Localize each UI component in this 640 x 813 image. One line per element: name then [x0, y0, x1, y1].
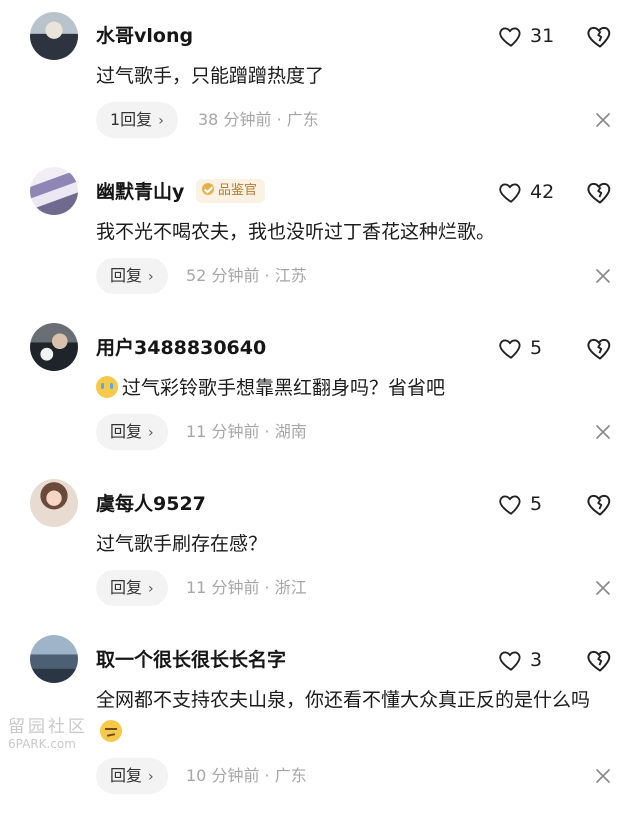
reply-button[interactable]: 回复 ›: [96, 258, 168, 294]
dislike-button[interactable]: [586, 22, 614, 50]
heart-icon: [499, 651, 521, 671]
comment-text: 我不光不喝农夫，我也没听过丁香花这种烂歌。: [96, 216, 616, 248]
heart-icon: [499, 183, 521, 203]
dislike-button[interactable]: [586, 490, 614, 518]
avatar[interactable]: [30, 479, 78, 527]
chevron-right-icon: ›: [158, 113, 164, 129]
broken-heart-icon: [587, 26, 611, 48]
comment-text-content: 过气彩铃歌手想靠黑红翻身吗？省省吧: [122, 377, 446, 399]
reply-button[interactable]: 1回复 ›: [96, 102, 178, 138]
username[interactable]: 虞每人9527: [96, 492, 206, 516]
chevron-right-icon: ›: [148, 769, 154, 785]
comment-text-content: 我不光不喝农夫，我也没听过丁香花这种烂歌。: [96, 221, 496, 243]
reply-label: 回复: [110, 422, 143, 441]
like-count: 42: [530, 181, 555, 203]
broken-heart-icon: [587, 338, 611, 360]
close-icon: [596, 269, 610, 283]
close-button[interactable]: [594, 423, 612, 441]
close-button[interactable]: [594, 267, 612, 285]
close-icon: [596, 425, 610, 439]
like-button[interactable]: 5: [498, 491, 542, 517]
avatar[interactable]: [30, 323, 78, 371]
reply-label: 回复: [110, 578, 143, 597]
like-button[interactable]: 42: [498, 179, 554, 205]
like-button[interactable]: 31: [498, 23, 554, 49]
reply-button[interactable]: 回复 ›: [96, 414, 168, 450]
reply-button[interactable]: 回复 ›: [96, 758, 168, 794]
avatar[interactable]: [30, 635, 78, 683]
broken-heart-icon: [587, 182, 611, 204]
broken-heart-icon: [587, 494, 611, 516]
reply-label: 回复: [110, 766, 143, 785]
status-badge: 品鉴官: [196, 179, 266, 203]
like-count: 5: [530, 493, 543, 515]
watermark-title: 留园社区: [8, 717, 88, 737]
comment-meta: 11 分钟前 · 浙江: [186, 578, 307, 597]
close-icon: [596, 581, 610, 595]
dislike-button[interactable]: [586, 334, 614, 362]
chevron-right-icon: ›: [148, 425, 154, 441]
badge-label: 品鉴官: [218, 183, 258, 198]
close-icon: [596, 769, 610, 783]
watermark-domain: 6PARK.com: [8, 737, 76, 751]
close-button[interactable]: [594, 767, 612, 785]
medal-icon: [202, 183, 214, 195]
username[interactable]: 用户3488830640: [96, 336, 266, 360]
comment-meta: 52 分钟前 · 江苏: [186, 266, 307, 285]
reply-button[interactable]: 回复 ›: [96, 570, 168, 606]
username[interactable]: 水哥vlong: [96, 24, 193, 48]
like-button[interactable]: 5: [498, 335, 542, 361]
comment-text: 过气歌手刷存在感？: [96, 528, 616, 560]
crying-face-icon: [96, 376, 118, 398]
comment-text: 过气彩铃歌手想靠黑红翻身吗？省省吧: [96, 372, 616, 404]
comment-text-content: 全网都不支持农夫山泉，你还看不懂大众真正反的是什么吗: [96, 689, 591, 711]
heart-icon: [499, 339, 521, 359]
watermark: 留园社区 6PARK.com: [8, 712, 108, 752]
broken-heart-icon: [587, 650, 611, 672]
heart-icon: [499, 495, 521, 515]
like-button[interactable]: 3: [498, 647, 542, 673]
dislike-button[interactable]: [586, 646, 614, 674]
comment-text-content: 过气歌手刷存在感？: [96, 533, 268, 555]
comment-text: 全网都不支持农夫山泉，你还看不懂大众真正反的是什么吗: [96, 684, 616, 748]
close-button[interactable]: [594, 579, 612, 597]
username[interactable]: 幽默青山y: [96, 180, 184, 204]
chevron-right-icon: ›: [148, 581, 154, 597]
reply-label: 回复: [110, 266, 143, 285]
comment-text: 过气歌手，只能蹭蹭热度了: [96, 60, 616, 92]
dislike-button[interactable]: [586, 178, 614, 206]
like-count: 5: [530, 337, 543, 359]
avatar[interactable]: [30, 167, 78, 215]
reply-label: 1回复: [110, 110, 153, 129]
username[interactable]: 取一个很长很长长名字: [96, 648, 286, 672]
like-count: 3: [530, 649, 543, 671]
heart-icon: [499, 27, 521, 47]
comment-meta: 11 分钟前 · 湖南: [186, 422, 307, 441]
chevron-right-icon: ›: [148, 269, 154, 285]
comment-meta: 10 分钟前 · 广东: [186, 766, 307, 785]
close-button[interactable]: [594, 111, 612, 129]
close-icon: [596, 113, 610, 127]
comment-meta: 38 分钟前 · 广东: [198, 110, 319, 129]
like-count: 31: [530, 25, 555, 47]
comment-text-content: 过气歌手，只能蹭蹭热度了: [96, 65, 325, 87]
avatar[interactable]: [30, 12, 78, 60]
